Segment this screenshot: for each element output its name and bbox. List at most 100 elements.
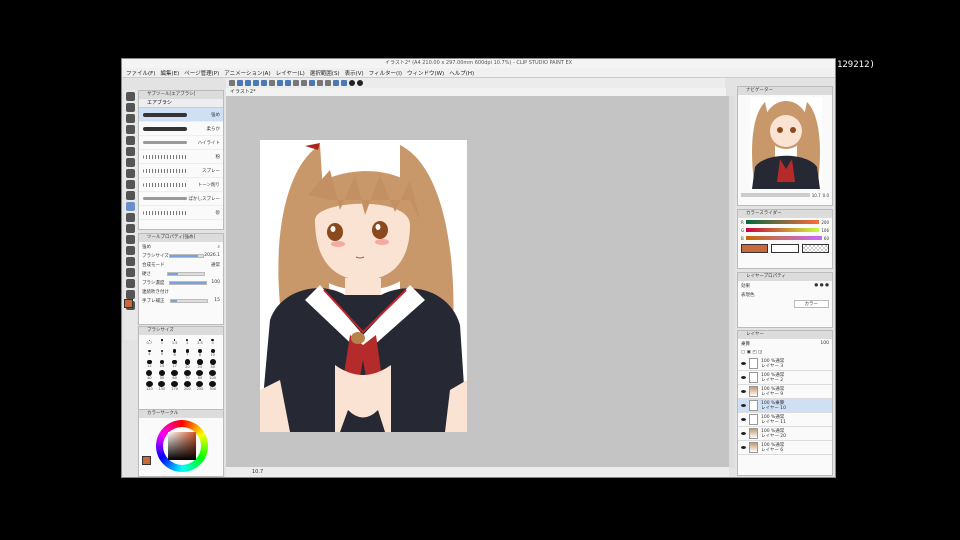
brush-size-option[interactable]: 12	[143, 359, 156, 369]
slider-r[interactable]: R 200	[738, 218, 832, 226]
brush-size-option[interactable]: 40	[143, 370, 156, 380]
slider-g[interactable]: G 106	[738, 226, 832, 234]
airbrush-tool-icon[interactable]	[126, 202, 135, 211]
clear-icon[interactable]	[269, 80, 275, 86]
wand-tool-icon[interactable]	[126, 147, 135, 156]
settings-icon[interactable]	[357, 80, 363, 86]
zoom-in-icon[interactable]	[277, 80, 283, 86]
navigator-preview[interactable]	[750, 97, 822, 189]
prop-row[interactable]: 合成モード 通常	[139, 260, 223, 269]
save-icon[interactable]	[245, 80, 251, 86]
move-tool-icon[interactable]	[126, 103, 135, 112]
brush-size-option[interactable]: 17	[168, 359, 181, 369]
brush-size-option[interactable]: 20	[181, 359, 194, 369]
main-color-swatch[interactable]	[124, 299, 133, 308]
canvas-vertical-scrollbar[interactable]	[729, 96, 735, 468]
brush-size-option[interactable]: 300	[206, 381, 219, 391]
menu-edit[interactable]: 編集(E)	[160, 69, 179, 77]
brush-size-option[interactable]: 8	[194, 348, 207, 358]
brush-size-option[interactable]: 100	[206, 370, 219, 380]
layer-blend-select[interactable]: 乗算	[741, 341, 750, 347]
brush-size-option[interactable]: 80	[194, 370, 207, 380]
current-color-swatch[interactable]	[142, 456, 151, 465]
layer-row[interactable]: 100 %通常 レイヤー 6	[738, 441, 832, 455]
menu-view[interactable]: 表示(V)	[345, 69, 364, 77]
zoom-out-icon[interactable]	[285, 80, 291, 86]
subtool-tab[interactable]: エアブラシ	[139, 99, 223, 108]
open-icon[interactable]	[237, 80, 243, 86]
gradient-tool-icon[interactable]	[126, 257, 135, 266]
canvas-tab[interactable]: イラスト2*	[226, 88, 726, 96]
frame-tool-icon[interactable]	[126, 279, 135, 288]
fill-tool-icon[interactable]	[126, 246, 135, 255]
brush-size-option[interactable]: 50	[156, 370, 169, 380]
prop-row[interactable]: 手ブレ補正 15	[139, 296, 223, 305]
subtool-item[interactable]: 強め	[139, 108, 223, 122]
brush-size-option[interactable]: 10	[206, 348, 219, 358]
brush-size-option[interactable]: 1.5	[168, 337, 181, 347]
menu-selection[interactable]: 選択範囲(S)	[310, 69, 340, 77]
expression-select[interactable]: カラー	[793, 299, 829, 308]
saturation-value-square[interactable]	[168, 432, 196, 460]
prop-slider[interactable]	[170, 298, 209, 303]
subtool-item[interactable]: 粉	[139, 150, 223, 164]
layer-row[interactable]: 100 %通常 レイヤー 2	[738, 371, 832, 385]
color-wheel[interactable]	[156, 420, 208, 472]
zoom-slider[interactable]	[741, 193, 810, 197]
eye-icon[interactable]	[741, 390, 746, 393]
operation-tool-icon[interactable]	[126, 114, 135, 123]
brush-size-option[interactable]: 0.7	[143, 337, 156, 347]
brush-size-option[interactable]: 60	[168, 370, 181, 380]
prop-row[interactable]: ブラシ濃度 100	[139, 278, 223, 287]
prop-slider[interactable]	[166, 271, 205, 276]
subtool-item[interactable]: 柔らか	[139, 122, 223, 136]
layer-row[interactable]: 100 %通常 レイヤー 9	[738, 385, 832, 399]
slider-b[interactable]: B 60	[738, 234, 832, 242]
new-icon[interactable]	[229, 80, 235, 86]
layer-row[interactable]: 100 %通常 レイヤー 11	[738, 413, 832, 427]
color-swatch-main[interactable]	[741, 244, 769, 253]
ruler-icon[interactable]	[341, 80, 347, 86]
brush-size-option[interactable]: 4	[143, 348, 156, 358]
canvas-area[interactable]	[226, 96, 729, 468]
brush-size-option[interactable]: 120	[143, 381, 156, 391]
snap-icon[interactable]	[333, 80, 339, 86]
pen-tool-icon[interactable]	[126, 169, 135, 178]
eye-icon[interactable]	[741, 418, 746, 421]
brush-size-option[interactable]: 30	[206, 359, 219, 369]
info-icon[interactable]	[349, 80, 355, 86]
brush-size-option[interactable]: 2.5	[194, 337, 207, 347]
brush-size-option[interactable]: 150	[156, 381, 169, 391]
prop-row[interactable]: ブラシサイズ 2026.1	[139, 251, 223, 260]
brush-size-option[interactable]: 170	[168, 381, 181, 391]
blend-mode-select[interactable]: 通常	[211, 262, 220, 268]
decoration-tool-icon[interactable]	[126, 213, 135, 222]
menu-window[interactable]: ウィンドウ(W)	[407, 69, 444, 77]
layer-row[interactable]: 100 %乗算 レイヤー 10	[738, 399, 832, 413]
invert-icon[interactable]	[325, 80, 331, 86]
color-swatch-sub[interactable]	[771, 244, 799, 253]
menu-help[interactable]: ヘルプ(H)	[449, 69, 474, 77]
eyedropper-tool-icon[interactable]	[126, 158, 135, 167]
menu-animation[interactable]: アニメーション(A)	[224, 69, 270, 77]
menu-filter[interactable]: フィルター(I)	[369, 69, 402, 77]
brush-size-option[interactable]: 7	[181, 348, 194, 358]
text-tool-icon[interactable]	[126, 290, 135, 299]
prop-slider[interactable]	[168, 280, 207, 285]
effect-icons[interactable]: ● ● ●	[814, 283, 829, 288]
brush-size-option[interactable]: 250	[194, 381, 207, 391]
eye-icon[interactable]	[741, 446, 746, 449]
brush-size-option[interactable]: 3	[206, 337, 219, 347]
brush-size-option[interactable]: 1	[156, 337, 169, 347]
eye-icon[interactable]	[741, 432, 746, 435]
layer-row[interactable]: 100 %通常 レイヤー 3	[738, 357, 832, 371]
zoom-tool-icon[interactable]	[126, 92, 135, 101]
prop-row[interactable]: 連続吹き付け	[139, 287, 223, 296]
prop-row[interactable]: 硬さ	[139, 269, 223, 278]
eye-icon[interactable]	[741, 362, 746, 365]
subtool-item[interactable]: ハイライト	[139, 136, 223, 150]
brush-size-option[interactable]: 200	[181, 381, 194, 391]
brush-size-option[interactable]: 2	[181, 337, 194, 347]
undo-icon[interactable]	[253, 80, 259, 86]
brush-size-option[interactable]: 70	[181, 370, 194, 380]
